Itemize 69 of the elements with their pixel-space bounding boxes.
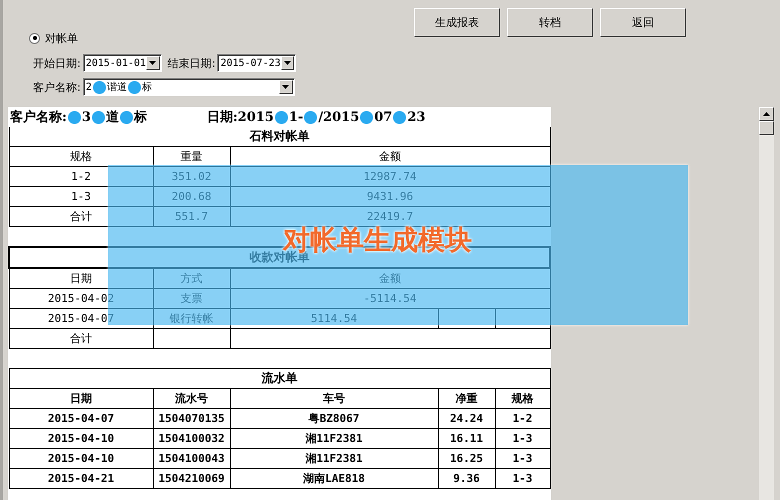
table-cell: 湘11F2381 — [305, 452, 363, 465]
table-cell: 合计 — [70, 332, 92, 345]
table-cell: 1-3 — [512, 432, 532, 445]
table-cell: 1504100032 — [158, 432, 225, 445]
caret-icon[interactable] — [284, 61, 292, 65]
table-cell: 粤BZ8067 — [308, 412, 360, 425]
start-date-dropdown[interactable]: 2015-01-01 — [82, 54, 162, 72]
report-date-value: 2015 1- /2015 07 23 — [238, 110, 426, 124]
table-cell: 16.11 — [450, 432, 484, 445]
table-cell: 5114.54 — [310, 312, 358, 325]
customer-label: 客户名称: — [33, 80, 81, 94]
flow-table-title: 流水单 — [262, 371, 298, 385]
column-header: 车号 — [323, 392, 345, 405]
report-type-radio[interactable]: 对帐单 — [29, 30, 78, 46]
caret-icon[interactable] — [282, 85, 290, 89]
column-header: 方式 — [180, 272, 202, 285]
start-date-label: 开始日期: — [33, 56, 81, 70]
column-header: 规格 — [70, 150, 92, 163]
table-cell: 1504210069 — [158, 472, 225, 485]
scrollbar-thumb[interactable] — [759, 121, 774, 135]
end-date-label: 结束日期: — [168, 56, 216, 70]
column-header: 日期 — [70, 392, 92, 405]
table-cell: 2015-04-21 — [48, 472, 114, 485]
table-cell: 湖南LAE818 — [303, 472, 365, 485]
column-header: 金额 — [379, 150, 401, 163]
column-header: 日期 — [70, 272, 92, 285]
caret-icon[interactable] — [149, 61, 156, 65]
table-cell: 351.02 — [172, 170, 212, 183]
end-date-dropdown[interactable]: 2015-07-23 — [217, 54, 296, 72]
scroll-up-icon[interactable] — [759, 107, 774, 121]
vertical-scrollbar[interactable] — [759, 107, 774, 500]
table-cell: 湘11F2381 — [305, 432, 363, 445]
table-cell: 12987.74 — [364, 170, 416, 183]
table-cell: 1-3 — [512, 452, 532, 465]
table-cell: 银行转帐 — [170, 312, 214, 325]
toolbar-button[interactable]: 返回 — [600, 8, 686, 37]
toolbar-button[interactable]: 转档 — [507, 8, 593, 37]
table-cell: 551.7 — [174, 210, 208, 223]
column-header: 重量 — [180, 150, 202, 163]
table-cell: 1-2 — [512, 412, 532, 425]
table-cell: 16.25 — [450, 452, 484, 465]
customer-dropdown[interactable]: 2 谐道 标 — [82, 78, 295, 96]
table-cell: 2015-04-07 — [48, 312, 114, 325]
table-cell: 22419.7 — [366, 210, 414, 223]
column-header: 流水号 — [175, 392, 208, 405]
table-cell: 1-3 — [512, 472, 532, 485]
table-cell: 24.24 — [450, 412, 484, 425]
column-header: 净重 — [456, 392, 478, 405]
table-cell: 1504070135 — [158, 412, 225, 425]
table-cell: 2015-04-10 — [48, 452, 114, 465]
table-cell: 2015-04-10 — [48, 432, 114, 445]
table-cell: 1-3 — [71, 190, 91, 203]
table-cell: 2015-04-07 — [48, 412, 114, 425]
column-header: 金额 — [379, 272, 401, 285]
table-cell: 1-2 — [71, 170, 91, 183]
table-cell: 1504100043 — [158, 452, 225, 465]
report-customer-value: 3 道 标 — [66, 108, 147, 126]
table-cell: 9.36 — [453, 472, 480, 485]
table-cell: 200.68 — [172, 190, 212, 203]
table-cell: 支票 — [180, 292, 202, 305]
table-cell: -5114.54 — [364, 292, 416, 305]
column-header: 规格 — [512, 392, 534, 405]
stone-table-title: 石料对帐单 — [250, 129, 310, 143]
report-date-label: 日期: — [206, 109, 238, 126]
table-cell: 2015-04-02 — [48, 292, 114, 305]
table-cell: 合计 — [70, 210, 92, 223]
report-customer-label: 客户名称: — [10, 108, 67, 126]
toolbar-button[interactable]: 生成报表 — [414, 8, 500, 37]
table-cell: 9431.96 — [366, 190, 414, 203]
